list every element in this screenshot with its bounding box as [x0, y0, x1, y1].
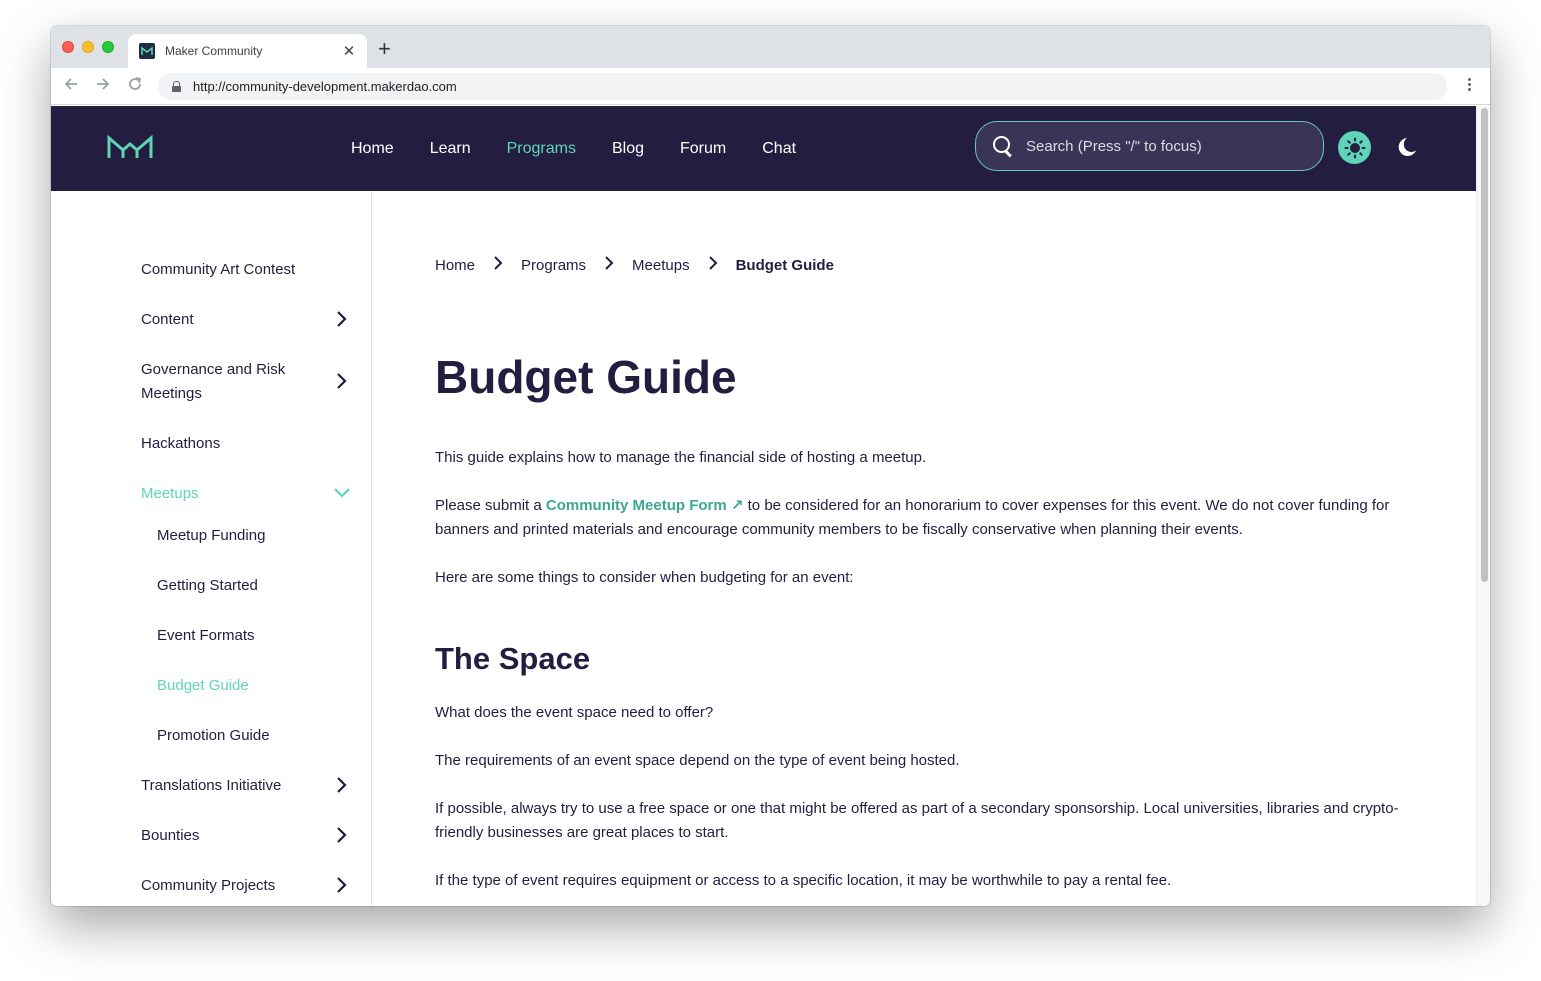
- page-viewport: Home Learn Programs Blog Forum Chat Sear…: [51, 106, 1476, 906]
- search-icon: [992, 135, 1014, 157]
- lock-icon: [172, 81, 181, 92]
- chevron-down-icon[interactable]: [332, 483, 352, 503]
- maximize-window-button[interactable]: [102, 41, 114, 53]
- site-header: Home Learn Programs Blog Forum Chat: [51, 106, 1476, 191]
- sidebar-item-promotion-guide[interactable]: Promotion Guide: [157, 724, 367, 748]
- scrollbar-thumb[interactable]: [1481, 108, 1488, 582]
- browser-window: Maker Community ✕ + http://community-dev…: [51, 26, 1490, 906]
- tab-title: Maker Community: [165, 44, 263, 58]
- page-scrollbar[interactable]: [1476, 106, 1490, 906]
- minimize-window-button[interactable]: [82, 41, 94, 53]
- submit-prefix: Please submit a: [435, 497, 546, 514]
- forward-arrow-icon[interactable]: [93, 76, 113, 96]
- dark-mode-moon-icon[interactable]: [1396, 135, 1420, 159]
- chevron-right-icon[interactable]: [334, 825, 348, 845]
- intro-paragraph: This guide explains how to manage the fi…: [435, 449, 927, 466]
- consider-paragraph: Here are some things to consider when bu…: [435, 569, 854, 586]
- browser-tab[interactable]: Maker Community ✕: [128, 34, 367, 68]
- nav-home[interactable]: Home: [351, 140, 394, 158]
- sidebar-item-meetups[interactable]: Meetups: [141, 482, 351, 506]
- section-heading-the-space: The Space: [435, 641, 591, 676]
- community-meetup-form-link[interactable]: Community Meetup Form ↗: [546, 497, 744, 514]
- sidebar-item-getting-started[interactable]: Getting Started: [157, 574, 367, 598]
- chevron-right-icon[interactable]: [334, 371, 348, 391]
- new-tab-button[interactable]: +: [378, 38, 391, 60]
- sidebar-item-budget-guide[interactable]: Budget Guide: [157, 674, 367, 698]
- reload-icon[interactable]: [125, 76, 145, 96]
- sidebar-item-translations-initiative[interactable]: Translations Initiative: [141, 774, 351, 798]
- space-paragraph-2: If possible, always try to use a free sp…: [435, 800, 1399, 841]
- browser-toolbar: http://community-development.makerdao.co…: [51, 68, 1490, 105]
- chevron-right-icon: [702, 255, 724, 275]
- tab-strip: Maker Community ✕ +: [51, 26, 1490, 68]
- sidebar-item-event-formats[interactable]: Event Formats: [157, 624, 367, 648]
- space-paragraph-1: The requirements of an event space depen…: [435, 752, 960, 769]
- maker-favicon-icon: [139, 43, 155, 59]
- address-bar[interactable]: http://community-development.makerdao.co…: [158, 73, 1447, 100]
- breadcrumb-programs[interactable]: Programs: [521, 257, 586, 274]
- nav-blog[interactable]: Blog: [612, 140, 644, 158]
- chevron-right-icon[interactable]: [334, 775, 348, 795]
- chevron-right-icon[interactable]: [334, 875, 348, 895]
- breadcrumb-current: Budget Guide: [735, 256, 834, 274]
- sidebar-item-community-projects[interactable]: Community Projects: [141, 874, 351, 898]
- chevron-right-icon: [487, 255, 509, 275]
- space-question: What does the event space need to offer?: [435, 704, 714, 721]
- breadcrumb: Home Programs Meetups Budget Guide: [435, 255, 834, 275]
- light-mode-sun-icon[interactable]: [1338, 131, 1371, 164]
- close-window-button[interactable]: [62, 41, 74, 53]
- page-title: Budget Guide: [435, 351, 737, 403]
- nav-programs[interactable]: Programs: [507, 140, 576, 158]
- browser-menu-icon[interactable]: [1468, 78, 1472, 93]
- sidebar-item-hackathons[interactable]: Hackathons: [141, 432, 351, 456]
- main-nav: Home Learn Programs Blog Forum Chat: [351, 106, 832, 191]
- breadcrumb-meetups[interactable]: Meetups: [632, 257, 690, 274]
- tab-close-icon[interactable]: ✕: [339, 42, 359, 60]
- space-paragraph-3: If the type of event requires equipment …: [435, 872, 1172, 889]
- sidebar-item-content[interactable]: Content: [141, 308, 351, 332]
- back-arrow-icon[interactable]: [61, 76, 81, 96]
- submit-paragraph: Please submit a Community Meetup Form ↗ …: [435, 494, 1410, 542]
- url-text: http://community-development.makerdao.co…: [193, 79, 457, 94]
- chevron-right-icon: [598, 255, 620, 275]
- nav-learn[interactable]: Learn: [430, 140, 471, 158]
- nav-forum[interactable]: Forum: [680, 140, 726, 158]
- maker-logo-icon[interactable]: [107, 134, 153, 165]
- sidebar-item-governance-and-risk-meetings[interactable]: Governance and Risk Meetings: [141, 358, 321, 406]
- nav-chat[interactable]: Chat: [762, 140, 796, 158]
- sidebar-item-meetup-funding[interactable]: Meetup Funding: [157, 524, 367, 548]
- search-box: [975, 121, 1324, 171]
- sidebar-item-community-art-contest[interactable]: Community Art Contest: [141, 258, 351, 282]
- sidebar: Community Art Contest Content Governance…: [51, 191, 372, 906]
- breadcrumb-home[interactable]: Home: [435, 257, 475, 274]
- search-input[interactable]: [1026, 137, 1306, 155]
- sidebar-item-bounties[interactable]: Bounties: [141, 824, 351, 848]
- chevron-right-icon[interactable]: [334, 309, 348, 329]
